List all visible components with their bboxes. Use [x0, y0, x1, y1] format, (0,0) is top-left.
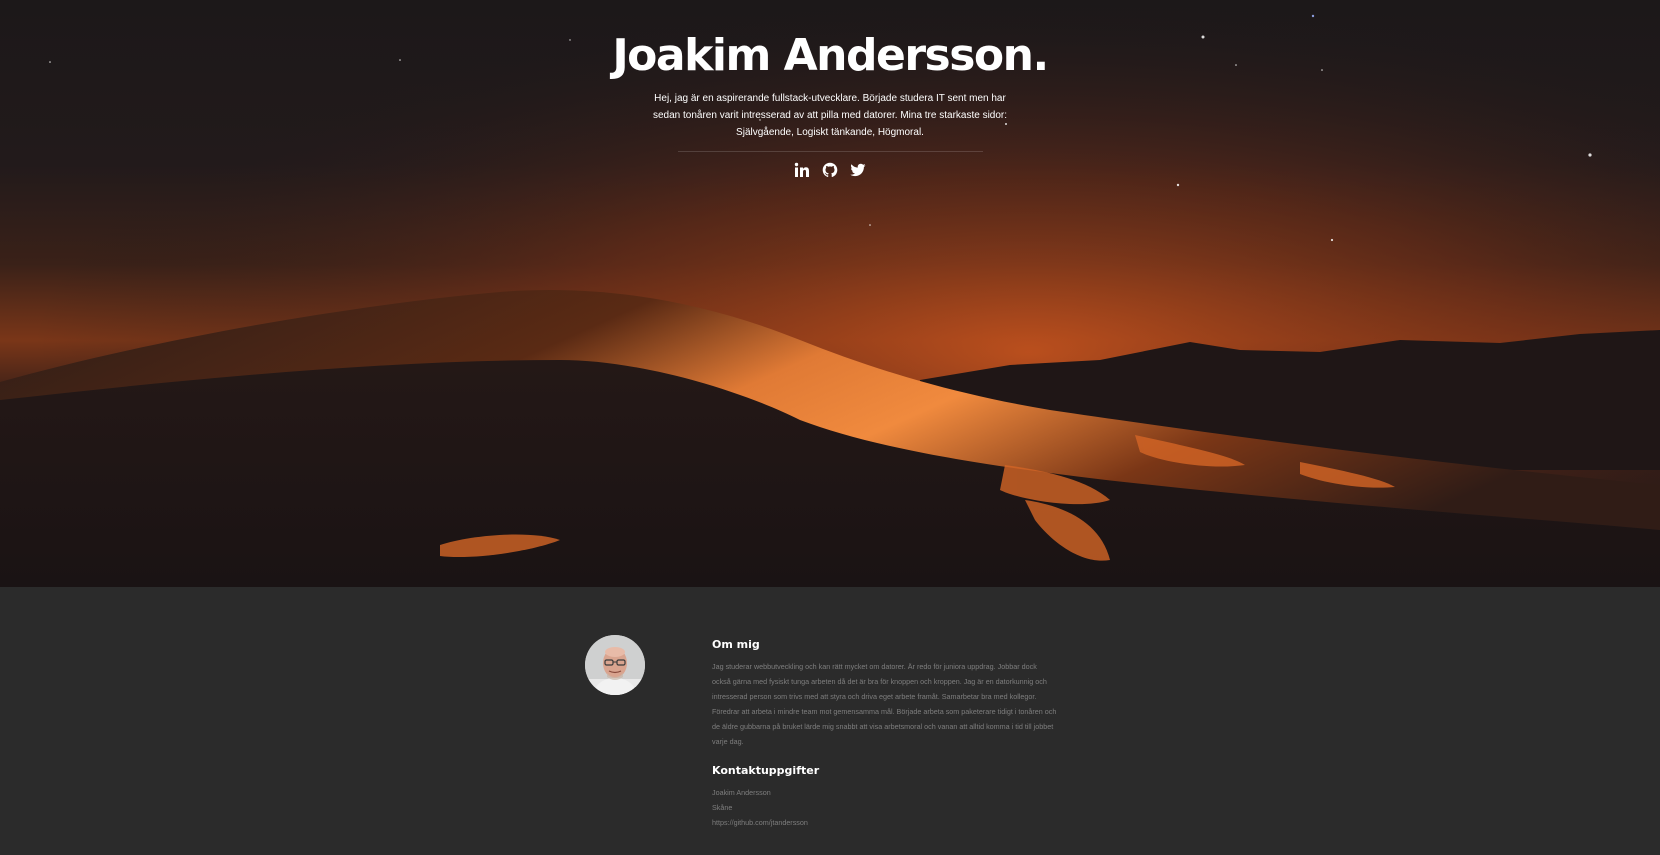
about-heading: Om mig	[712, 638, 760, 651]
social-links	[0, 162, 1660, 178]
divider	[677, 151, 983, 152]
avatar	[585, 635, 645, 695]
contact-heading: Kontaktuppgifter	[712, 764, 820, 777]
contact-list: Joakim Andersson Skåne https://github.co…	[712, 785, 1057, 830]
page-title: Joakim Andersson.	[612, 30, 1049, 81]
contact-location: Skåne	[712, 803, 733, 812]
github-icon[interactable]	[822, 162, 838, 178]
about-text: Om mig Jag studerar webbutveckling och k…	[712, 637, 1057, 830]
intro-text: Hej, jag är en aspirerande fullstack-utv…	[652, 93, 1008, 138]
contact-name: Joakim Andersson	[712, 788, 771, 797]
linkedin-icon[interactable]	[794, 162, 810, 178]
contact-github-link[interactable]: https://github.com/jtandersson	[712, 815, 1057, 830]
twitter-icon[interactable]	[850, 162, 866, 178]
hero-content: Joakim Andersson. Hej, jag är en aspirer…	[0, 0, 1660, 178]
about-section: Om mig Jag studerar webbutveckling och k…	[0, 587, 1660, 855]
hero-section: Joakim Andersson. Hej, jag är en aspirer…	[0, 0, 1660, 587]
about-body: Jag studerar webbutveckling och kan rätt…	[712, 662, 1057, 746]
